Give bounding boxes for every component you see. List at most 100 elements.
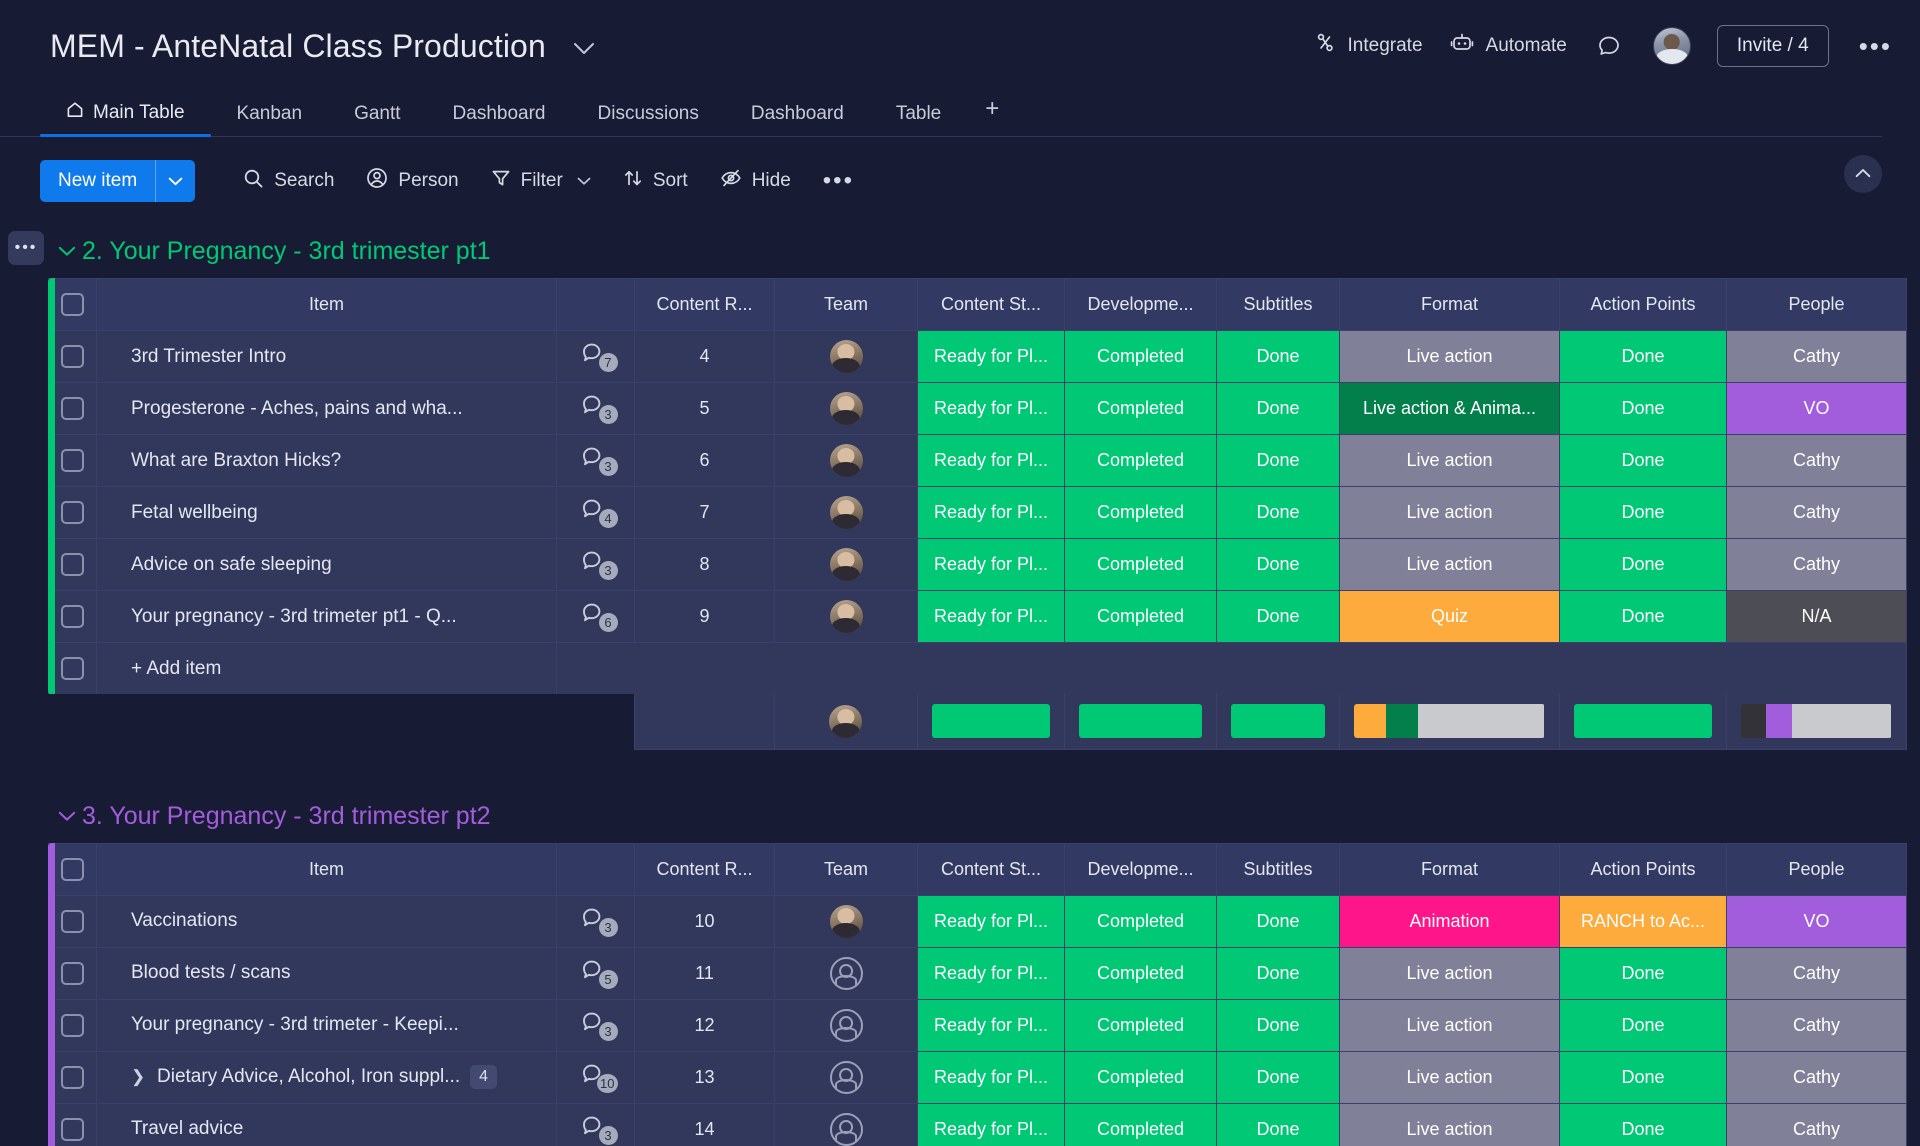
status-badge[interactable]: Ready for Pl... xyxy=(918,435,1064,486)
subtitles-cell[interactable]: Done xyxy=(1216,590,1340,643)
tab-discussions[interactable]: Discussions xyxy=(572,103,725,136)
conversation-icon[interactable]: 5 xyxy=(581,958,618,989)
summary-content-status[interactable] xyxy=(916,694,1065,750)
summary-development[interactable] xyxy=(1063,694,1217,750)
row-checkbox[interactable] xyxy=(61,1013,84,1037)
content-rank-cell[interactable]: 8 xyxy=(634,538,775,591)
select-all-checkbox[interactable] xyxy=(61,293,84,316)
item-name-cell[interactable]: Blood tests / scans xyxy=(96,946,557,1000)
avatar[interactable] xyxy=(829,904,863,938)
team-cell[interactable] xyxy=(774,434,918,487)
conversation-icon[interactable]: 6 xyxy=(581,601,618,632)
status-badge[interactable]: Done xyxy=(1217,895,1339,947)
conversation-icon[interactable]: 3 xyxy=(581,906,618,937)
subtitles-cell[interactable]: Done xyxy=(1216,538,1340,591)
group-title[interactable]: 2. Your Pregnancy - 3rd trimester pt1 xyxy=(82,237,491,266)
status-badge[interactable]: Cathy xyxy=(1727,331,1906,382)
status-badge[interactable]: VO xyxy=(1727,895,1906,947)
team-cell[interactable] xyxy=(774,1102,918,1146)
row-checkbox[interactable] xyxy=(61,1117,84,1141)
status-badge[interactable]: Completed xyxy=(1065,539,1216,590)
subtitles-cell[interactable]: Done xyxy=(1216,486,1340,539)
column-header-team[interactable]: Team xyxy=(774,842,918,896)
format-cell[interactable]: Animation xyxy=(1339,894,1560,948)
conversation-icon[interactable]: 4 xyxy=(581,497,618,528)
avatar-placeholder-icon[interactable] xyxy=(829,956,863,990)
status-badge[interactable]: Done xyxy=(1217,539,1339,590)
column-header-format[interactable]: Format xyxy=(1339,278,1560,331)
row-checkbox-cell[interactable] xyxy=(48,590,97,643)
status-badge[interactable]: Ready for Pl... xyxy=(918,895,1064,947)
conversation-icon[interactable]: 3 xyxy=(581,445,618,476)
status-badge[interactable]: Ready for Pl... xyxy=(918,999,1064,1051)
group-collapse-toggle[interactable] xyxy=(52,246,82,257)
status-badge[interactable]: Live action & Anima... xyxy=(1340,383,1559,434)
status-badge[interactable]: Live action xyxy=(1340,947,1559,999)
item-name-cell[interactable]: Fetal wellbeing xyxy=(96,486,557,539)
people-cell[interactable]: VO xyxy=(1726,382,1907,435)
format-cell[interactable]: Live action xyxy=(1339,946,1560,1000)
row-checkbox[interactable] xyxy=(61,449,84,472)
status-badge[interactable]: Live action xyxy=(1340,1051,1559,1103)
status-badge[interactable]: Cathy xyxy=(1727,487,1906,538)
column-header-content-rank[interactable]: Content R... xyxy=(634,278,775,331)
status-badge[interactable]: Completed xyxy=(1065,1051,1216,1103)
column-header-action-points[interactable]: Action Points xyxy=(1559,278,1727,331)
new-item-button[interactable]: New item xyxy=(40,160,196,202)
status-badge[interactable]: Done xyxy=(1217,947,1339,999)
content-rank-cell[interactable]: 9 xyxy=(634,590,775,643)
action-points-cell[interactable]: Done xyxy=(1559,998,1727,1052)
subtitles-cell[interactable]: Done xyxy=(1216,330,1340,383)
status-badge[interactable]: Done xyxy=(1217,487,1339,538)
conversations-cell[interactable]: 4 xyxy=(556,486,635,539)
team-cell[interactable] xyxy=(774,946,918,1000)
status-badge[interactable]: Live action xyxy=(1340,331,1559,382)
conversation-icon[interactable]: 3 xyxy=(581,549,618,580)
conversations-cell[interactable]: 3 xyxy=(556,1102,635,1146)
format-cell[interactable]: Quiz xyxy=(1339,590,1560,643)
board-more-menu-button[interactable]: ••• xyxy=(1855,31,1896,62)
table-row[interactable]: Advice on safe sleeping 3 8 Ready for Pl...… xyxy=(48,538,1907,591)
status-badge[interactable]: Done xyxy=(1217,383,1339,434)
team-cell[interactable] xyxy=(774,382,918,435)
status-badge[interactable]: Completed xyxy=(1065,947,1216,999)
column-header-item[interactable]: Item xyxy=(96,278,557,331)
status-badge[interactable]: Quiz xyxy=(1340,591,1559,642)
avatar[interactable] xyxy=(829,392,863,425)
action-points-cell[interactable]: Done xyxy=(1559,486,1727,539)
status-badge[interactable]: Animation xyxy=(1340,895,1559,947)
row-checkbox[interactable] xyxy=(61,553,84,576)
avatar[interactable] xyxy=(1652,27,1691,65)
action-points-cell[interactable]: Done xyxy=(1559,538,1727,591)
format-cell[interactable]: Live action xyxy=(1339,1102,1560,1146)
column-header-development[interactable]: Developme... xyxy=(1064,278,1217,331)
people-cell[interactable]: Cathy xyxy=(1726,1102,1907,1146)
avatar[interactable] xyxy=(829,340,863,373)
content-status-cell[interactable]: Ready for Pl... xyxy=(917,1050,1065,1104)
content-rank-cell[interactable]: 10 xyxy=(634,894,775,948)
row-checkbox[interactable] xyxy=(61,345,84,368)
conversations-cell[interactable]: 3 xyxy=(556,434,635,487)
summary-people[interactable] xyxy=(1725,694,1907,750)
content-rank-cell[interactable]: 6 xyxy=(634,434,775,487)
search-button[interactable]: Search xyxy=(227,160,350,203)
conversations-cell[interactable]: 3 xyxy=(556,538,635,591)
content-rank-cell[interactable]: 7 xyxy=(634,486,775,539)
row-checkbox-cell[interactable] xyxy=(48,1050,97,1104)
status-badge[interactable]: Completed xyxy=(1065,487,1216,538)
content-status-cell[interactable]: Ready for Pl... xyxy=(917,382,1065,435)
content-status-cell[interactable]: Ready for Pl... xyxy=(917,434,1065,487)
format-cell[interactable]: Live action xyxy=(1339,330,1560,383)
conversation-icon[interactable]: 7 xyxy=(581,341,618,372)
action-points-cell[interactable]: RANCH to Ac... xyxy=(1559,894,1727,948)
format-cell[interactable]: Live action & Anima... xyxy=(1339,382,1560,435)
status-badge[interactable]: Live action xyxy=(1340,435,1559,486)
column-header-item[interactable]: Item xyxy=(96,842,557,896)
people-cell[interactable]: Cathy xyxy=(1726,538,1907,591)
column-header-subtitles[interactable]: Subtitles xyxy=(1216,842,1340,896)
column-header-people[interactable]: People xyxy=(1726,278,1907,331)
summary-subtitles[interactable] xyxy=(1215,694,1340,750)
status-badge[interactable]: Completed xyxy=(1065,895,1216,947)
filter-button[interactable]: Filter xyxy=(475,160,607,202)
format-cell[interactable]: Live action xyxy=(1339,538,1560,591)
